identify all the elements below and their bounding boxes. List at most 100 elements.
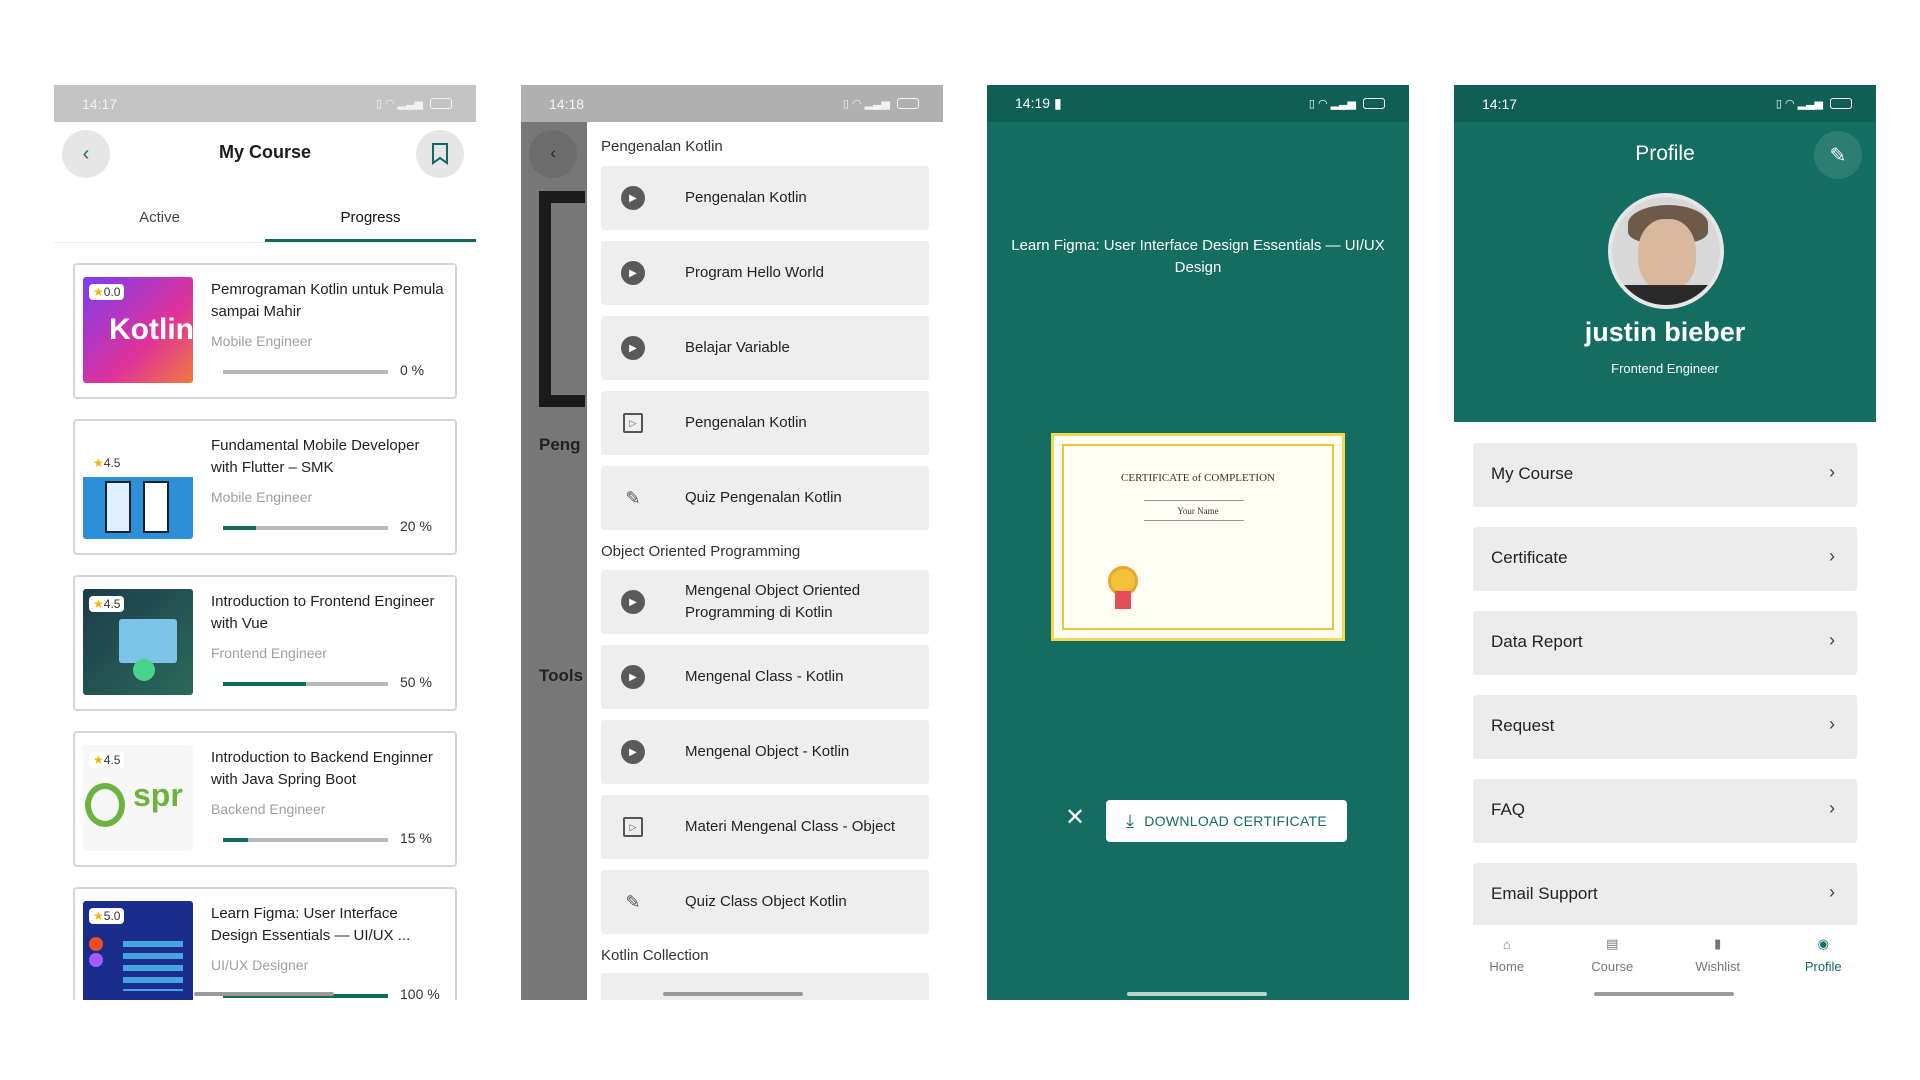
course-thumbnail: ★4.5 — [83, 433, 193, 539]
nav-profile[interactable]: ◉ Profile — [1771, 925, 1877, 1000]
kotlin-logo: Kotlin — [109, 313, 193, 346]
nav-course[interactable]: ▤ Course — [1560, 925, 1666, 1000]
nav-label: Wishlist — [1695, 959, 1741, 974]
phone-graphic — [143, 481, 169, 533]
status-icons: ▯ ◠ ▂▃▅ — [1776, 97, 1852, 110]
avatar — [1608, 193, 1724, 309]
course-card[interactable]: ★4.5 spr Introduction to Backend Enginne… — [73, 731, 457, 867]
play-icon: ▶ — [621, 740, 645, 764]
menu-item-request[interactable]: Request › — [1473, 695, 1857, 759]
quiz-icon: ✎ — [625, 891, 641, 912]
lesson-sheet: Pengenalan Kotlin ▶ Pengenalan Kotlin ▶ … — [587, 122, 943, 1000]
profile-icon: ◉ — [1817, 936, 1829, 951]
chevron-left-icon: ‹ — [550, 145, 556, 162]
rating-badge: ★4.5 — [89, 455, 125, 471]
lesson-item[interactable]: ▶ Mengenal Class - Kotlin — [601, 645, 929, 709]
nav-home[interactable]: ⌂ Home — [1454, 925, 1560, 1000]
lesson-item[interactable]: ▷ Materi Mengenal Class - Object — [601, 795, 929, 859]
lesson-label: Mengenal Object - Kotlin — [685, 743, 850, 760]
behind-tools: Tools — [539, 666, 584, 685]
progress-text: 15 % — [400, 830, 432, 846]
lesson-item[interactable]: ✎ Quiz Pengenalan Kotlin — [601, 466, 929, 530]
course-card[interactable]: ★4.5 Introduction to Frontend Engineer w… — [73, 575, 457, 711]
progress-bar — [223, 838, 388, 842]
star-icon: ★ — [93, 285, 104, 299]
pencil-icon: ✎ — [1829, 144, 1847, 167]
course-category: Mobile Engineer — [211, 333, 313, 349]
lesson-label: Program Hello World — [685, 264, 824, 281]
menu-item-faq[interactable]: FAQ › — [1473, 779, 1857, 843]
page-title: My Course — [218, 142, 312, 162]
reading-icon: ▷ — [623, 817, 643, 837]
profile-name: justin bieber — [1584, 317, 1746, 347]
star-icon: ★ — [93, 753, 104, 767]
divider — [1144, 520, 1244, 521]
certificate-name: Your Name — [1177, 506, 1219, 516]
edit-profile-button[interactable]: ✎ — [1814, 131, 1862, 179]
status-time: 14:19 ▮ — [1015, 95, 1062, 111]
bookmark-button[interactable] — [416, 130, 464, 178]
star-icon: ★ — [93, 597, 104, 611]
course-category: Backend Engineer — [211, 801, 326, 817]
lesson-item[interactable]: ▶ Mengenal Object Oriented Programming d… — [601, 570, 929, 634]
course-category: UI/UX Designer — [211, 957, 309, 973]
figma-logo — [89, 937, 103, 951]
menu-item-my-course[interactable]: My Course › — [1473, 443, 1857, 507]
lesson-item[interactable]: ▶ Pengenalan Kotlin — [601, 166, 929, 230]
certificate-image: CERTIFICATE of COMPLETION Your Name — [1051, 433, 1345, 641]
nav-wishlist[interactable]: ▮ Wishlist — [1665, 925, 1771, 1000]
rating-badge: ★5.0 — [89, 908, 125, 924]
menu-label: Data Report — [1491, 632, 1583, 651]
course-title: Fundamental Mobile Developer with Flutte… — [211, 437, 420, 476]
menu-item-email-support[interactable]: Email Support › — [1473, 863, 1857, 927]
lesson-item[interactable]: ✎ Quiz Class Object Kotlin — [601, 870, 929, 934]
rating-badge: ★4.5 — [89, 596, 125, 612]
course-card[interactable]: ★0.0 Kotlin Pemrograman Kotlin untuk Pem… — [73, 263, 457, 399]
quiz-icon: ✎ — [625, 487, 641, 508]
behind-title: Peng — [539, 435, 581, 454]
chevron-right-icon: › — [1829, 630, 1835, 650]
course-title: Learn Figma: User Interface Design Essen… — [211, 905, 411, 944]
status-bar: 14:17 ▯ ◠ ▂▃▅ — [1454, 85, 1876, 122]
page-title: Profile — [1635, 142, 1695, 165]
status-time: 14:18 — [549, 95, 585, 112]
chevron-right-icon: › — [1829, 714, 1835, 734]
menu-item-data-report[interactable]: Data Report › — [1473, 611, 1857, 675]
vue-logo — [133, 659, 155, 681]
profile-header: Profile ✎ justin bieber Frontend Enginee… — [1454, 122, 1876, 422]
lesson-item[interactable]: ▶ Mengenal Object - Kotlin — [601, 720, 929, 784]
close-button[interactable]: ✕ — [1065, 803, 1085, 832]
download-label: DOWNLOAD CERTIFICATE — [1144, 813, 1328, 829]
play-icon: ▶ — [621, 590, 645, 614]
menu-label: FAQ — [1491, 800, 1526, 819]
battery-icon — [897, 98, 919, 109]
lesson-item[interactable]: ▶ Program Hello World — [601, 241, 929, 305]
section-title: Pengenalan Kotlin — [601, 138, 723, 155]
download-certificate-button[interactable]: ⤓ DOWNLOAD CERTIFICATE — [1106, 800, 1347, 842]
course-icon: ▤ — [1606, 936, 1619, 951]
nav-label: Home — [1489, 959, 1525, 974]
lesson-label: Pengenalan Kotlin — [685, 189, 807, 206]
status-bar: 14:18 ▯ ◠ ▂▃▅ — [521, 85, 943, 122]
wishlist-icon: ▮ — [1714, 936, 1722, 951]
star-icon: ★ — [93, 909, 104, 923]
lesson-label: Mengenal Class - Kotlin — [685, 668, 844, 685]
nav-label: Profile — [1804, 959, 1842, 974]
progress-bar — [223, 526, 388, 530]
back-button[interactable]: ‹ — [529, 130, 577, 178]
progress-text: 0 % — [400, 362, 425, 378]
progress-fill — [223, 526, 256, 530]
tab-progress[interactable]: Progress — [265, 209, 476, 242]
course-thumbnail: ★5.0 — [83, 901, 193, 1000]
status-bar: 14:17 ▯ ◠ ▂▃▅ — [54, 85, 476, 122]
course-card[interactable]: ★4.5 Fundamental Mobile Developer with F… — [73, 419, 457, 555]
lesson-item[interactable]: ▷ Pengenalan Kotlin — [601, 391, 929, 455]
progress-bar — [223, 682, 388, 686]
course-card[interactable]: ★5.0 Learn Figma: User Interface Design … — [73, 887, 457, 1000]
menu-item-certificate[interactable]: Certificate › — [1473, 527, 1857, 591]
lesson-label: Belajar Variable — [685, 339, 790, 356]
home-indicator — [663, 992, 803, 996]
tab-active[interactable]: Active — [54, 209, 265, 242]
lesson-item[interactable]: ▶ Belajar Variable — [601, 316, 929, 380]
bottom-navigation: ⌂ Home ▤ Course ▮ Wishlist ◉ Profile — [1454, 925, 1876, 1000]
